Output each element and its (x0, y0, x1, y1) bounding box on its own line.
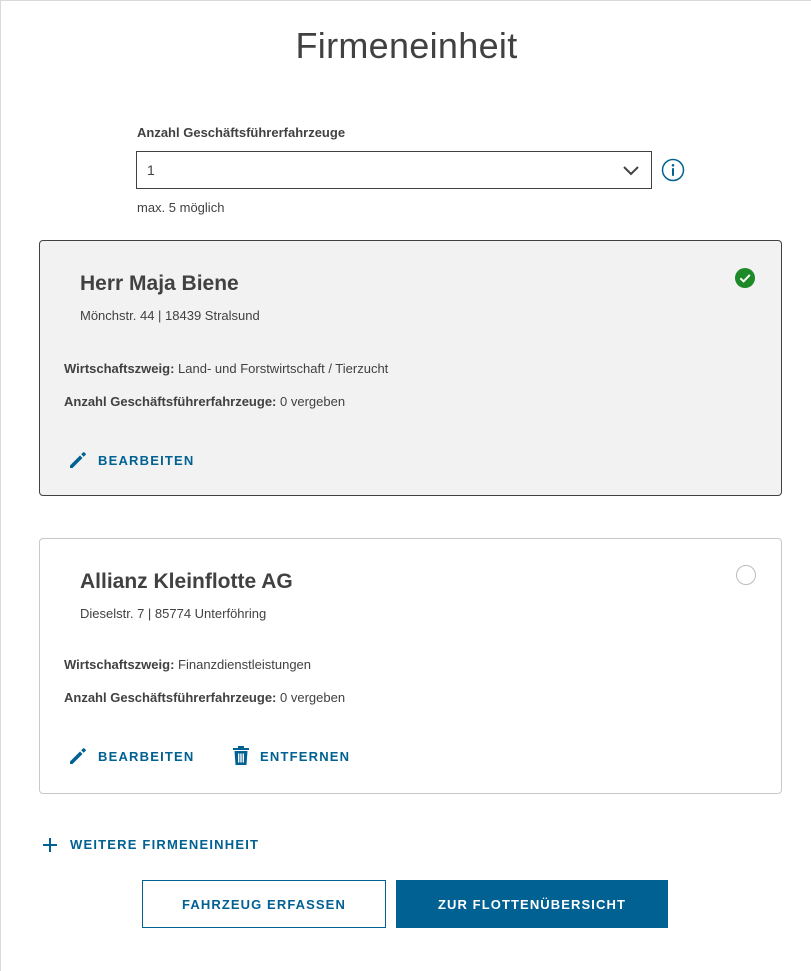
plus-icon (43, 837, 57, 852)
vehicles-label: Anzahl Geschäftsführerfahrzeuge: (64, 690, 277, 705)
company-address: Dieselstr. 7 | 85774 Unterföhring (80, 606, 267, 621)
pencil-icon (70, 748, 86, 764)
edit-button[interactable]: BEARBEITEN (68, 746, 195, 766)
trash-icon (233, 746, 249, 765)
vehicles-count-value: 1 (147, 162, 155, 178)
sector-value: Finanzdienstleistungen (178, 657, 312, 672)
sector-value: Land- und Forstwirtschaft / Tierzucht (178, 361, 389, 376)
company-address: Mönchstr. 44 | 18439 Stralsund (80, 308, 260, 323)
pencil-icon (70, 452, 86, 468)
add-company-label: WEITERE FIRMENEINHEIT (70, 837, 260, 852)
vehicles-value: 0 vergeben (280, 394, 346, 409)
vehicles-count-hint: max. 5 möglich (137, 200, 225, 215)
edit-button[interactable]: BEARBEITEN (68, 450, 195, 470)
add-company-link[interactable]: WEITERE FIRMENEINHEIT (43, 837, 259, 852)
company-card-2[interactable]: Allianz Kleinflotte AG Dieselstr. 7 | 85… (39, 538, 782, 794)
sector-label: Wirtschaftszweig: (64, 657, 175, 672)
remove-button[interactable]: ENTFERNEN (232, 746, 350, 766)
page-title: Firmeneinheit (295, 25, 518, 66)
edit-label: BEARBEITEN (98, 748, 195, 764)
radio-button[interactable] (736, 565, 756, 585)
chevron-down-icon (623, 166, 639, 176)
vehicles-value: 0 vergeben (280, 690, 346, 705)
company-name: Herr Maja Biene (80, 272, 239, 295)
check-circle-icon[interactable] (734, 267, 756, 289)
company-name: Allianz Kleinflotte AG (80, 570, 293, 593)
fleet-overview-button[interactable]: ZUR FLOTTENÜBERSICHT (396, 880, 668, 928)
company-sector: Wirtschaftszweig: Land- und Forstwirtsch… (64, 361, 388, 376)
company-sector: Wirtschaftszweig: Finanzdienstleistungen (64, 657, 311, 672)
vehicles-count-select[interactable]: 1 (136, 151, 652, 189)
capture-vehicle-button[interactable]: FAHRZEUG ERFASSEN (142, 880, 386, 928)
page: Firmeneinheit Anzahl Geschäftsführerfahr… (0, 0, 811, 971)
company-vehicles: Anzahl Geschäftsführerfahrzeuge: 0 verge… (64, 690, 345, 705)
company-card-1[interactable]: Herr Maja Biene Mönchstr. 44 | 18439 Str… (39, 240, 782, 496)
info-icon[interactable] (661, 158, 685, 182)
sector-label: Wirtschaftszweig: (64, 361, 175, 376)
vehicles-label: Anzahl Geschäftsführerfahrzeuge: (64, 394, 277, 409)
company-vehicles: Anzahl Geschäftsführerfahrzeuge: 0 verge… (64, 394, 345, 409)
remove-label: ENTFERNEN (260, 748, 351, 764)
edit-label: BEARBEITEN (98, 452, 195, 468)
vehicles-count-label: Anzahl Geschäftsführerfahrzeuge (137, 125, 346, 140)
